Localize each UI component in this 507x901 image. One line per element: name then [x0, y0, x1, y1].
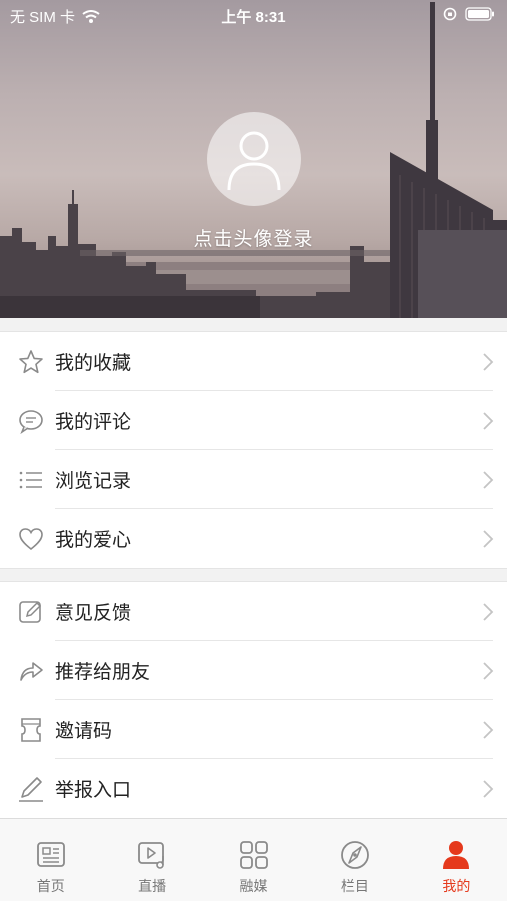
menu-group-personal: 我的收藏 我的评论 浏览记录 我的爱心	[0, 331, 507, 569]
tab-label: 融媒	[239, 879, 268, 895]
tab-live[interactable]: 直播	[101, 819, 202, 901]
invite-code-icon	[21, 718, 41, 742]
status-time: 上午 8:31	[221, 9, 286, 26]
menu-label: 举报入口	[55, 779, 132, 801]
menu-item-recommend[interactable]: 推荐给朋友	[0, 641, 507, 700]
tab-mine[interactable]: 我的	[406, 819, 507, 901]
chevron-right-icon	[483, 780, 494, 798]
chevron-right-icon	[483, 471, 494, 489]
compass-icon	[341, 841, 369, 869]
menu-item-report[interactable]: 举报入口	[0, 759, 507, 818]
menu-label: 意见反馈	[55, 602, 132, 624]
menu-item-favorites[interactable]: 我的收藏	[0, 332, 507, 391]
pen-report-icon	[19, 777, 43, 802]
person-icon	[443, 841, 470, 869]
chevron-right-icon	[483, 662, 494, 680]
menu-item-comments[interactable]: 我的评论	[0, 391, 507, 450]
menu-item-history[interactable]: 浏览记录	[0, 450, 507, 509]
bottom-tab-bar: 首页 直播 融媒 栏目 我的	[0, 818, 507, 901]
login-prompt[interactable]: 点击头像登录	[0, 224, 507, 251]
tab-label: 首页	[36, 879, 65, 895]
menu-label: 推荐给朋友	[55, 661, 151, 683]
menu-item-invite-code[interactable]: 邀请码	[0, 700, 507, 759]
chevron-right-icon	[483, 353, 494, 371]
chevron-right-icon	[483, 530, 494, 548]
chevron-right-icon	[483, 603, 494, 621]
grid-icon	[239, 841, 268, 869]
tab-media[interactable]: 融媒	[203, 819, 304, 901]
chevron-right-icon	[483, 721, 494, 739]
chevron-right-icon	[483, 412, 494, 430]
tab-columns[interactable]: 栏目	[304, 819, 405, 901]
tab-label: 栏目	[340, 879, 369, 895]
menu-label: 浏览记录	[55, 470, 132, 492]
person-placeholder-icon	[227, 131, 281, 191]
history-list-icon	[19, 471, 42, 489]
comment-icon	[19, 410, 43, 434]
tab-label: 直播	[138, 879, 167, 895]
menu-label: 我的评论	[55, 411, 132, 433]
live-video-icon	[138, 842, 165, 869]
menu-label: 我的收藏	[55, 352, 132, 374]
menu-label: 我的爱心	[55, 529, 132, 551]
menu-item-love[interactable]: 我的爱心	[0, 509, 507, 568]
edit-feedback-icon	[19, 601, 42, 623]
avatar-button[interactable]	[207, 112, 301, 206]
status-bar: 无 SIM 卡 上午 8:31	[0, 0, 507, 30]
heart-icon	[19, 528, 43, 551]
menu-group-general: 意见反馈 推荐给朋友 邀请码 举报入口	[0, 581, 507, 819]
orientation-lock-icon	[443, 7, 457, 21]
battery-icon	[465, 7, 494, 21]
menu-item-feedback[interactable]: 意见反馈	[0, 582, 507, 641]
star-icon	[19, 350, 43, 374]
menu-label: 邀请码	[55, 720, 113, 742]
share-arrow-icon	[20, 662, 43, 681]
tab-home[interactable]: 首页	[0, 819, 101, 901]
news-icon	[36, 842, 65, 867]
tab-label: 我的	[442, 879, 471, 895]
profile-header: 无 SIM 卡 上午 8:31 点击头像登录	[0, 0, 507, 318]
